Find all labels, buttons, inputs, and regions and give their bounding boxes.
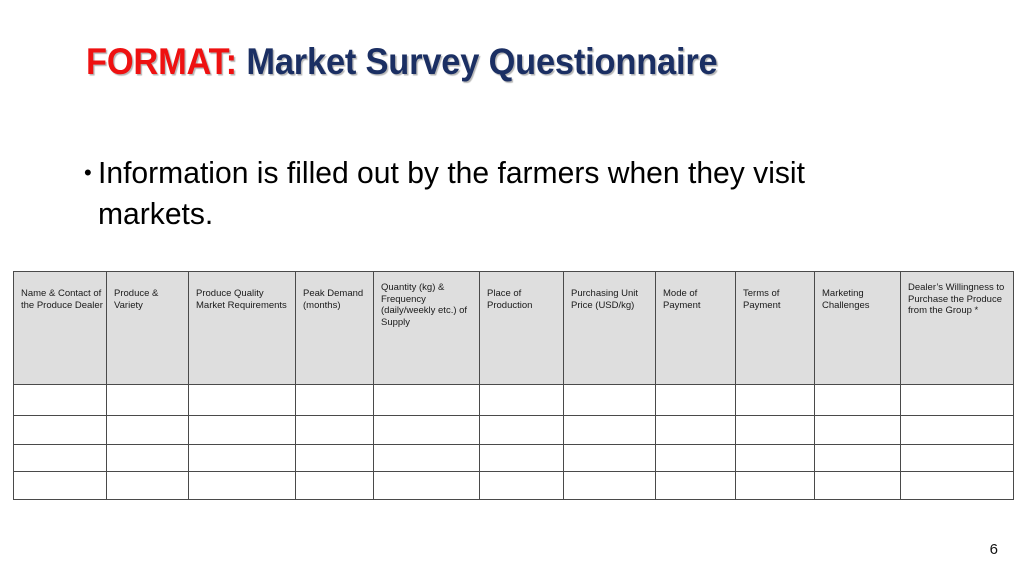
title-main: Market Survey Questionnaire [246,41,718,82]
column-header-3: Peak Demand (months) [295,271,374,385]
table-cell[interactable] [655,384,736,416]
body-text-block: • Information is filled out by the farme… [84,152,904,234]
table-cell[interactable] [814,415,901,445]
table-cell[interactable] [188,384,296,416]
table-cell[interactable] [563,415,656,445]
column-header-2: Produce Quality Market Requirements [188,271,296,385]
table-cell[interactable] [13,444,107,472]
table-header: Name & Contact of the Produce Dealer Prod… [13,271,1014,385]
bullet-list-item: • Information is filled out by the farme… [84,152,904,234]
table-header-row: Name & Contact of the Produce Dealer Prod… [13,271,1014,385]
table-cell[interactable] [106,415,189,445]
table-cell[interactable] [900,471,1014,500]
column-header-10: Dealer’s Willingness to Purchase the Pro… [900,271,1014,385]
table-cell[interactable] [900,415,1014,445]
table-cell[interactable] [563,444,656,472]
table-cell[interactable] [655,471,736,500]
table-cell[interactable] [188,471,296,500]
table-cell[interactable] [735,384,815,416]
table-cell[interactable] [373,415,480,445]
table-cell[interactable] [479,415,564,445]
bullet-item-text: Information is filled out by the farmers… [98,155,805,231]
table-row [13,471,1014,500]
table-row [13,384,1014,416]
table-cell[interactable] [13,471,107,500]
table-cell[interactable] [295,415,374,445]
table-cell[interactable] [900,444,1014,472]
table-cell[interactable] [814,384,901,416]
table-cell[interactable] [106,384,189,416]
column-header-5: Place of Production [479,271,564,385]
table-cell[interactable] [13,415,107,445]
table-cell[interactable] [373,444,480,472]
table-cell[interactable] [479,444,564,472]
table-cell[interactable] [900,384,1014,416]
market-survey-table: Name & Contact of the Produce Dealer Prod… [13,271,1014,500]
table-body [13,384,1014,500]
table-cell[interactable] [735,444,815,472]
bullet-marker-icon: • [84,160,92,185]
column-header-9: Marketing Challenges [814,271,901,385]
table-cell[interactable] [106,444,189,472]
column-header-7: Mode of Payment [655,271,736,385]
title-prefix: FORMAT: [86,41,237,82]
table-cell[interactable] [735,415,815,445]
table-cell[interactable] [563,384,656,416]
table-cell[interactable] [479,471,564,500]
table-cell[interactable] [295,444,374,472]
slide-title: FORMAT: Market Survey Questionnaire [86,40,886,88]
table-cell[interactable] [479,384,564,416]
column-header-4: Quantity (kg) & Frequency (daily/weekly … [373,271,480,385]
table-row [13,444,1014,472]
page-number: 6 [989,541,998,558]
table-cell[interactable] [188,444,296,472]
table-cell[interactable] [106,471,189,500]
table-cell[interactable] [13,384,107,416]
table-cell[interactable] [373,384,480,416]
table-cell[interactable] [295,471,374,500]
table-cell[interactable] [373,471,480,500]
table-cell[interactable] [735,471,815,500]
table-cell[interactable] [188,415,296,445]
table-cell[interactable] [814,444,901,472]
table-cell[interactable] [655,415,736,445]
column-header-6: Purchasing Unit Price (USD/kg) [563,271,656,385]
market-survey-table-container: Name & Contact of the Produce Dealer Prod… [13,271,1014,500]
table-cell[interactable] [814,471,901,500]
table-cell[interactable] [295,384,374,416]
column-header-0: Name & Contact of the Produce Dealer [13,271,107,385]
column-header-8: Terms of Payment [735,271,815,385]
table-row [13,415,1014,445]
table-cell[interactable] [563,471,656,500]
table-cell[interactable] [655,444,736,472]
column-header-1: Produce & Variety [106,271,189,385]
